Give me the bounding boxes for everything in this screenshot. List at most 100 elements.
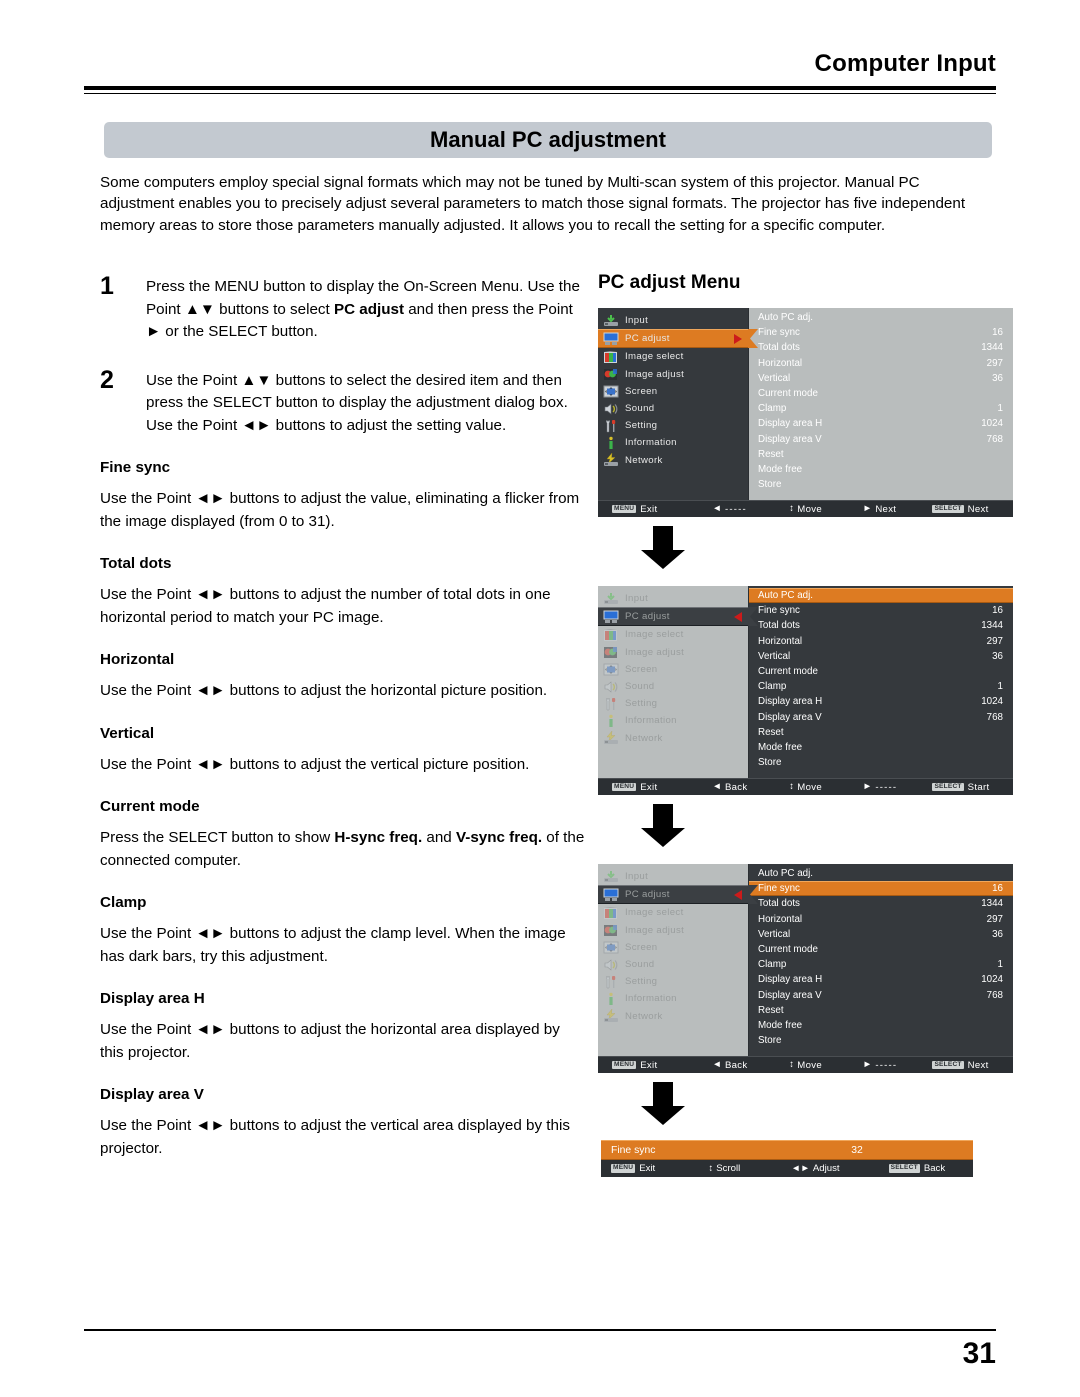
menu-row-display-area-h[interactable]: Display area H 1024 bbox=[749, 416, 1013, 431]
osd2-select-hint[interactable]: SELECT Start bbox=[932, 782, 1013, 793]
sidebar-item-image-select[interactable]: Image select bbox=[598, 626, 748, 643]
sidebar-item-network[interactable]: Network bbox=[598, 730, 748, 747]
menu-row-display-area-h[interactable]: Display area H 1024 bbox=[749, 972, 1013, 987]
menu-row-display-area-h[interactable]: Display area H 1024 bbox=[749, 694, 1013, 709]
header-rule-thin bbox=[84, 93, 996, 94]
sidebar-item-setting[interactable]: Setting bbox=[598, 695, 748, 712]
adjust-dialog[interactable]: Fine sync 32 MENU Exit ↕ Scroll ◄► Adjust S… bbox=[601, 1140, 973, 1177]
menu-row-label: Store bbox=[758, 757, 782, 769]
menu-row-horizontal[interactable]: Horizontal 297 bbox=[749, 912, 1013, 927]
sidebar-item-sound[interactable]: Sound bbox=[598, 400, 748, 417]
menu-row-mode-free[interactable]: Mode free bbox=[749, 462, 1013, 477]
osd1-move-label: Move bbox=[797, 503, 822, 515]
sidebar-item-network[interactable]: Network bbox=[598, 452, 748, 469]
input-icon bbox=[603, 870, 619, 884]
menu-row-label: Clamp bbox=[758, 959, 787, 971]
menu-row-store[interactable]: Store bbox=[749, 755, 1013, 770]
instructions-column: 1 Press the MENU button to display the O… bbox=[100, 272, 586, 1164]
menu-row-reset[interactable]: Reset bbox=[749, 725, 1013, 740]
menu-row-clamp[interactable]: Clamp 1 bbox=[749, 957, 1013, 972]
osd3-exit[interactable]: MENU Exit bbox=[612, 1060, 712, 1071]
menu-row-current-mode[interactable]: Current mode bbox=[749, 386, 1013, 401]
menu-row-value: 36 bbox=[992, 928, 1003, 940]
osd3-panel[interactable]: Auto PC adj. Fine sync 16 Total dots 1344 Hor… bbox=[749, 864, 1013, 1056]
sidebar-item-screen[interactable]: Screen bbox=[598, 383, 748, 400]
menu-row-store[interactable]: Store bbox=[749, 477, 1013, 492]
menu-row-display-area-v[interactable]: Display area V 768 bbox=[749, 432, 1013, 447]
sidebar-item-image-adjust[interactable]: Image adjust bbox=[598, 922, 748, 939]
osd3-select-hint[interactable]: SELECT Next bbox=[932, 1060, 1013, 1071]
adjust-dialog-row[interactable]: Fine sync 32 bbox=[601, 1140, 973, 1160]
sidebar-item-sound[interactable]: Sound bbox=[598, 956, 748, 973]
osd2-sidebar[interactable]: Input PC adjust Image select Image adjust Sc… bbox=[598, 586, 748, 778]
select-key-icon: SELECT bbox=[888, 1164, 920, 1173]
sidebar-item-setting[interactable]: Setting bbox=[598, 417, 748, 434]
monitor-icon bbox=[603, 610, 619, 624]
network-icon bbox=[603, 1009, 619, 1023]
menu-row-display-area-v[interactable]: Display area V 768 bbox=[749, 710, 1013, 725]
sidebar-item-label: Image select bbox=[625, 629, 684, 641]
osd2-panel[interactable]: Auto PC adj. Fine sync 16 Total dots 1344 Hor… bbox=[749, 586, 1013, 778]
menu-row-fine-sync[interactable]: Fine sync 16 bbox=[749, 881, 1013, 897]
sidebar-item-pc-adjust[interactable]: PC adjust bbox=[598, 607, 748, 627]
image-adjust-icon bbox=[603, 367, 619, 381]
menu-row-fine-sync[interactable]: Fine sync 16 bbox=[749, 325, 1013, 340]
menu-row-vertical[interactable]: Vertical 36 bbox=[749, 927, 1013, 942]
osd1-exit[interactable]: MENU Exit bbox=[612, 504, 712, 515]
sidebar-item-image-select[interactable]: Image select bbox=[598, 348, 748, 365]
menu-row-label: Total dots bbox=[758, 898, 800, 910]
sidebar-item-screen[interactable]: Screen bbox=[598, 939, 748, 956]
menu-row-label: Current mode bbox=[758, 388, 818, 400]
osd3-move-hint: ↕ Move bbox=[789, 1060, 862, 1071]
sidebar-item-information[interactable]: Information bbox=[598, 712, 748, 729]
menu-row-vertical[interactable]: Vertical 36 bbox=[749, 371, 1013, 386]
sidebar-item-screen[interactable]: Screen bbox=[598, 661, 748, 678]
menu-row-clamp[interactable]: Clamp 1 bbox=[749, 401, 1013, 416]
adjust-select-hint[interactable]: SELECT Back bbox=[888, 1163, 973, 1174]
menu-row-vertical[interactable]: Vertical 36 bbox=[749, 649, 1013, 664]
menu-row-fine-sync[interactable]: Fine sync 16 bbox=[749, 603, 1013, 618]
osd3-next-label: ----- bbox=[875, 1059, 898, 1071]
menu-row-mode-free[interactable]: Mode free bbox=[749, 1018, 1013, 1033]
sidebar-item-input[interactable]: Input bbox=[598, 590, 748, 607]
menu-row-store[interactable]: Store bbox=[749, 1033, 1013, 1048]
menu-row-current-mode[interactable]: Current mode bbox=[749, 942, 1013, 957]
osd1-panel[interactable]: Auto PC adj. Fine sync 16 Total dots 1344 Hor… bbox=[749, 308, 1013, 500]
sidebar-item-input[interactable]: Input bbox=[598, 312, 748, 329]
menu-row-total-dots[interactable]: Total dots 1344 bbox=[749, 340, 1013, 355]
menu-row-auto-pc-adj-[interactable]: Auto PC adj. bbox=[749, 588, 1013, 604]
osd1-sidebar[interactable]: Input PC adjust Image select Image adjust Sc… bbox=[598, 308, 748, 500]
menu-row-horizontal[interactable]: Horizontal 297 bbox=[749, 356, 1013, 371]
tools-icon bbox=[603, 419, 619, 433]
menu-row-total-dots[interactable]: Total dots 1344 bbox=[749, 618, 1013, 633]
menu-row-label: Total dots bbox=[758, 342, 800, 354]
sidebar-item-sound[interactable]: Sound bbox=[598, 678, 748, 695]
sidebar-item-image-adjust[interactable]: Image adjust bbox=[598, 644, 748, 661]
menu-row-clamp[interactable]: Clamp 1 bbox=[749, 679, 1013, 694]
menu-row-current-mode[interactable]: Current mode bbox=[749, 664, 1013, 679]
menu-row-reset[interactable]: Reset bbox=[749, 447, 1013, 462]
sidebar-item-image-select[interactable]: Image select bbox=[598, 904, 748, 921]
osd2-exit[interactable]: MENU Exit bbox=[612, 782, 712, 793]
menu-row-reset[interactable]: Reset bbox=[749, 1003, 1013, 1018]
sidebar-item-image-adjust[interactable]: Image adjust bbox=[598, 366, 748, 383]
menu-row-display-area-v[interactable]: Display area V 768 bbox=[749, 988, 1013, 1003]
menu-row-auto-pc-adj-[interactable]: Auto PC adj. bbox=[749, 310, 1013, 325]
menu-row-total-dots[interactable]: Total dots 1344 bbox=[749, 896, 1013, 911]
sidebar-item-information[interactable]: Information bbox=[598, 434, 748, 451]
menu-row-horizontal[interactable]: Horizontal 297 bbox=[749, 634, 1013, 649]
sidebar-item-network[interactable]: Network bbox=[598, 1008, 748, 1025]
osd3-next-hint: ► ----- bbox=[863, 1060, 933, 1071]
osd1-footer: MENU Exit ◄ ----- ↕ Move ► Next SELECT Next bbox=[598, 500, 1013, 517]
sidebar-item-information[interactable]: Information bbox=[598, 990, 748, 1007]
sidebar-item-pc-adjust[interactable]: PC adjust bbox=[598, 885, 748, 905]
osd2-select-label: Start bbox=[967, 781, 990, 793]
menu-row-mode-free[interactable]: Mode free bbox=[749, 740, 1013, 755]
sidebar-item-pc-adjust[interactable]: PC adjust bbox=[598, 329, 748, 349]
adjust-exit[interactable]: MENU Exit bbox=[611, 1163, 709, 1174]
sidebar-item-setting[interactable]: Setting bbox=[598, 973, 748, 990]
osd3-sidebar[interactable]: Input PC adjust Image select Image adjust Sc… bbox=[598, 864, 748, 1056]
menu-row-auto-pc-adj-[interactable]: Auto PC adj. bbox=[749, 866, 1013, 881]
osd1-select-hint[interactable]: SELECT Next bbox=[932, 504, 1013, 515]
sidebar-item-input[interactable]: Input bbox=[598, 868, 748, 885]
